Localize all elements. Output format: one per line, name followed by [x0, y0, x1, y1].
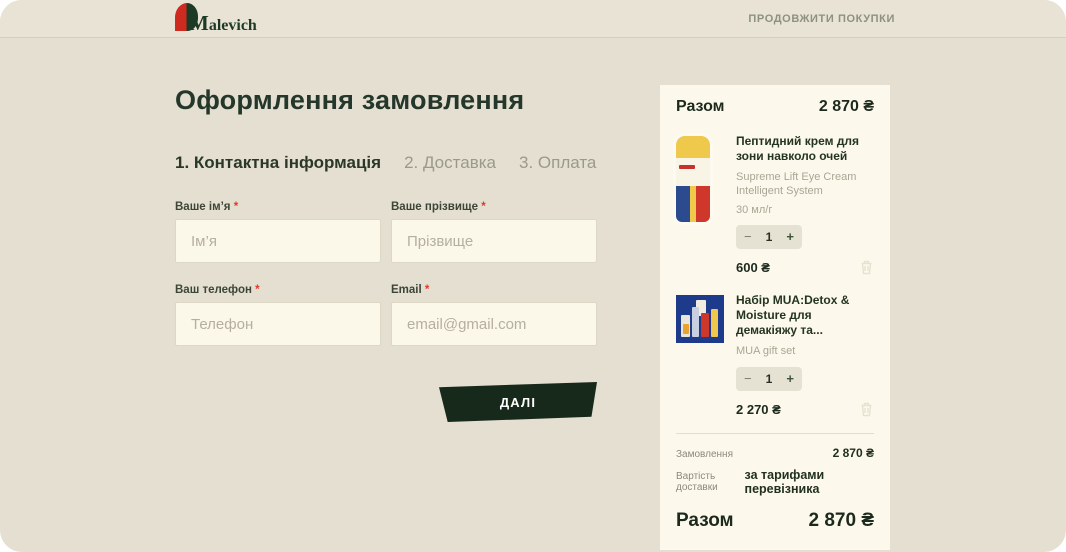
product-price: 600 ₴: [736, 259, 770, 275]
first-name-label: Ваше ім’я *: [175, 201, 239, 213]
main-content: Оформлення замовлення 1. Контактна інфор…: [0, 38, 1066, 550]
step-contact-info[interactable]: 1. Контактна інформація: [175, 153, 381, 173]
page-title: Оформлення замовлення: [175, 85, 525, 115]
quantity-stepper: − 1 +: [736, 366, 802, 391]
remove-item-trash-icon[interactable]: [859, 401, 874, 417]
order-subtotal-value: 2 870 ₴: [832, 445, 874, 460]
email-label: Email *: [391, 284, 430, 296]
quantity-value: 1: [765, 229, 773, 244]
checkout-form-section: Оформлення замовлення 1. Контактна інфор…: [175, 85, 597, 550]
divider: [676, 432, 874, 434]
continue-shopping-link[interactable]: ПРОДОВЖИТИ ПОКУПКИ: [748, 13, 895, 25]
logo[interactable]: Malevich: [175, 1, 257, 36]
quantity-increase-button[interactable]: +: [786, 229, 794, 244]
cart-header: Разом 2 870 ₴: [676, 98, 874, 116]
quantity-value: 1: [765, 371, 773, 386]
next-button[interactable]: ДАЛІ: [439, 382, 597, 422]
cart-total-label: Разом: [676, 98, 725, 115]
required-asterisk: *: [255, 284, 260, 296]
delivery-cost-row: Вартість доставки за тарифами перевізник…: [676, 468, 874, 496]
delivery-cost-label: Вартість доставки: [676, 470, 718, 493]
order-subtotal-row: Замовлення 2 870 ₴: [676, 446, 874, 460]
cart-item: Набір MUA:Detox & Moisture для демакіяжу…: [676, 293, 874, 417]
quantity-increase-button[interactable]: +: [786, 371, 794, 386]
cart-item: Пептидний крем для зони навколо очей Sup…: [676, 134, 874, 275]
product-image-gift-set: [676, 293, 736, 417]
required-asterisk: *: [233, 201, 239, 213]
header: Malevich ПРОДОВЖИТИ ПОКУПКИ: [0, 0, 1066, 38]
phone-label: Ваш телефон *: [175, 284, 260, 296]
quantity-stepper: − 1 +: [736, 224, 802, 249]
product-title: Набір MUA:Detox & Moisture для демакіяжу…: [736, 292, 850, 337]
product-subtitle: Supreme Lift Eye Cream Intelligent Syste…: [736, 171, 857, 198]
grand-total-row: Разом 2 870 ₴: [676, 510, 874, 532]
first-name-input[interactable]: [175, 219, 381, 263]
remove-item-trash-icon[interactable]: [859, 259, 874, 275]
cart-summary-card: Разом 2 870 ₴ Пептидний крем для зони на…: [660, 85, 890, 550]
quantity-decrease-button[interactable]: −: [744, 371, 752, 386]
product-price: 2 270 ₴: [736, 401, 781, 417]
email-input[interactable]: [391, 302, 597, 346]
checkout-steps: 1. Контактна інформація 2. Доставка 3. О…: [175, 153, 597, 173]
step-delivery[interactable]: 2. Доставка: [404, 153, 496, 173]
last-name-field-group: Ваше прізвище *: [391, 201, 597, 263]
grand-total-value: 2 870 ₴: [808, 509, 875, 531]
quantity-decrease-button[interactable]: −: [744, 229, 752, 244]
product-title: Пептидний крем для зони навколо очей: [736, 134, 860, 163]
last-name-label: Ваше прізвище *: [391, 201, 486, 213]
required-asterisk: *: [481, 201, 486, 213]
order-subtotal-label: Замовлення: [676, 448, 733, 460]
logo-text: Malevich: [189, 11, 257, 35]
product-image-eye-cream: [676, 134, 736, 275]
checkout-page: Malevich ПРОДОВЖИТИ ПОКУПКИ Оформлення з…: [0, 0, 1066, 552]
required-asterisk: *: [424, 284, 430, 296]
contact-form: Ваше ім’я * Ваше прізвище * Ваш телефон …: [175, 201, 597, 422]
last-name-input[interactable]: [391, 219, 597, 263]
step-payment[interactable]: 3. Оплата: [519, 153, 596, 173]
cart-total-value: 2 870 ₴: [818, 98, 874, 115]
phone-input[interactable]: [175, 302, 381, 346]
grand-total-label: Разом: [676, 509, 734, 531]
delivery-cost-value: за тарифами перевізника: [744, 467, 825, 496]
first-name-field-group: Ваше ім’я *: [175, 201, 381, 263]
email-field-group: Email *: [391, 284, 597, 346]
product-volume: 30 мл/г: [736, 203, 773, 216]
product-subtitle: MUA gift set: [736, 344, 796, 357]
phone-field-group: Ваш телефон *: [175, 284, 381, 346]
